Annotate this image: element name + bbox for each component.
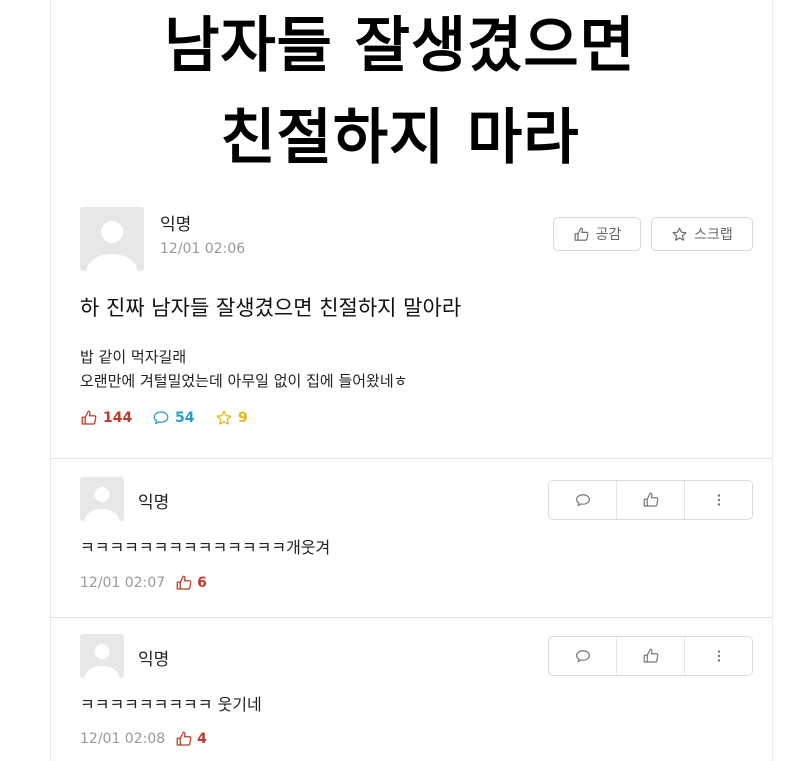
comment-1-likes: 6 [175,574,207,592]
more-vertical-icon [717,650,720,662]
speech-bubble-icon [153,411,169,425]
thumbs-up-icon [176,575,192,590]
comment-count: 54 [175,410,195,426]
comment-2-likes: 4 [175,730,207,748]
thumbs-up-icon [81,410,97,425]
comment-2-avatar [80,634,124,678]
post-author-avatar [80,207,144,271]
empathy-label: 공감 [595,227,622,243]
comment-2-reply-button[interactable] [549,637,616,675]
speech-bubble-icon [575,650,590,663]
comment-1-reply-button[interactable] [549,481,616,519]
empathy-button[interactable]: 공감 [553,217,641,251]
post-body-line-2: 오랜만에 겨털밀었는데 아무일 없이 집에 들어왔네ㅎ [80,372,408,390]
comment-divider [50,617,772,618]
speech-bubble-icon [575,494,590,507]
headline-line-2: 친절하지 마라 [220,103,580,173]
like-count: 144 [103,410,133,426]
more-vertical-icon [717,494,720,506]
thumbs-up-icon [643,648,658,663]
comment-1-more-button[interactable] [684,481,752,519]
post-title: 하 진짜 남자들 잘생겼으면 친절하지 말아라 [80,296,462,320]
post-author-name: 익명 [160,215,192,235]
post-like-count[interactable]: 144 [80,409,132,427]
star-icon [672,227,687,241]
comment-2-meta: 12/01 02:08 4 [80,730,207,748]
comment-2-like-button[interactable] [616,637,684,675]
scrap-count: 9 [238,410,248,426]
scrap-button[interactable]: 스크랩 [651,217,753,251]
comment-1-time: 12/01 02:07 [80,575,166,591]
comment-1-like-button[interactable] [616,481,684,519]
thumbs-up-icon [574,227,589,241]
comment-1-meta: 12/01 02:07 6 [80,574,207,592]
post-time: 12/01 02:06 [160,241,246,257]
comment-1-like-count: 6 [197,575,207,591]
star-icon [216,410,232,425]
comment-2-text: ㅋㅋㅋㅋㅋㅋㅋㅋㅋ 웃기네 [80,695,262,714]
thumbs-up-icon [176,731,192,746]
post-divider [50,458,772,459]
thumbs-up-icon [643,492,658,507]
scrap-label: 스크랩 [694,227,733,243]
comment-2-more-button[interactable] [684,637,752,675]
comment-1-author: 익명 [138,493,170,513]
post-scrap-count[interactable]: 9 [215,409,248,427]
comment-1-text: ㅋㅋㅋㅋㅋㅋㅋㅋㅋㅋㅋㅋㅋㅋ개웃겨 [80,538,331,557]
post-comment-count[interactable]: 54 [152,409,194,427]
comment-2-time: 12/01 02:08 [80,731,166,747]
comment-1-avatar [80,477,124,521]
headline-line-1: 남자들 잘생겼으면 [164,11,636,81]
post-body-line-1: 밥 같이 먹자길래 [80,348,187,366]
comment-2-like-count: 4 [197,731,207,747]
comment-2-author: 익명 [138,650,170,670]
comment-1-actions [548,480,753,520]
comment-2-actions [548,636,753,676]
